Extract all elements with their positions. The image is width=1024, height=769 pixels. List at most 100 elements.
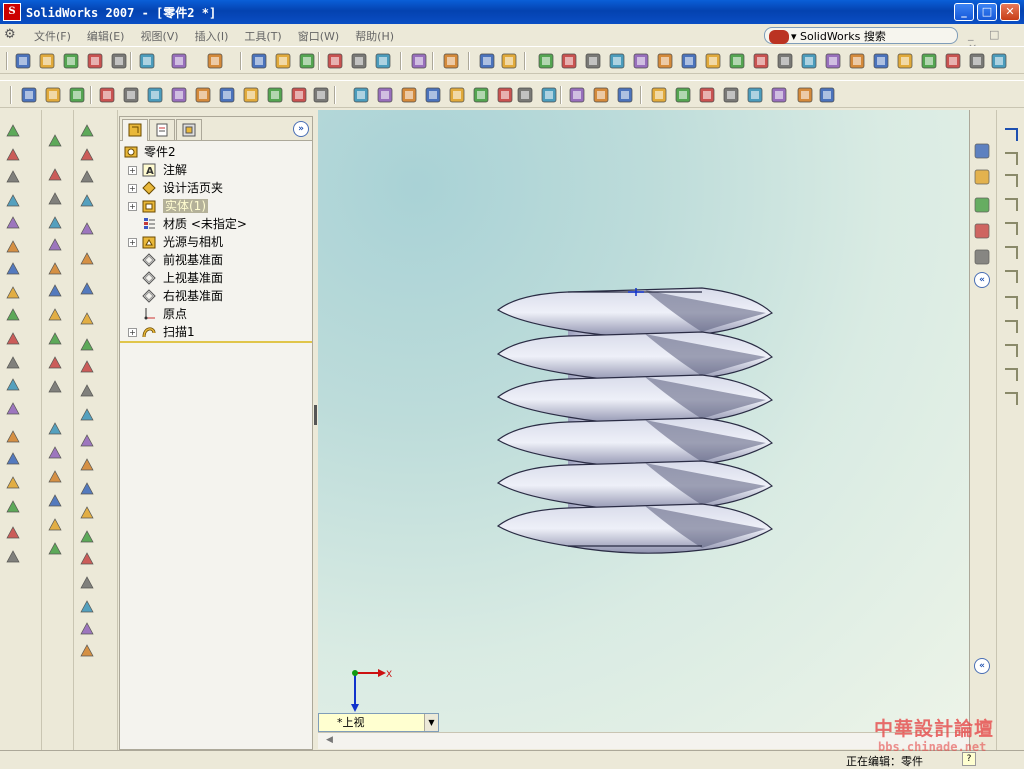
reference-tool-icon[interactable] [46, 444, 64, 462]
sketch-tool-icon[interactable] [568, 86, 586, 104]
expand-icon[interactable]: + [128, 202, 137, 211]
tab-feature-tree[interactable] [122, 119, 148, 141]
sketch-tool-icon[interactable] [496, 86, 514, 104]
standard-tool-icon[interactable] [442, 52, 460, 70]
standard-tool-icon[interactable] [500, 52, 518, 70]
sketch-tool-icon[interactable] [170, 86, 188, 104]
tree-item[interactable]: + 实体(1) [120, 197, 312, 215]
expand-icon[interactable]: + [128, 184, 137, 193]
sketch-command-icon[interactable] [1002, 244, 1020, 262]
reference-tool-icon[interactable] [46, 132, 64, 150]
sketch-command-icon[interactable] [1002, 268, 1020, 286]
tree-item[interactable]: + A 注解 [120, 161, 312, 179]
sketch-command-icon[interactable] [1002, 294, 1020, 312]
standard-tool-icon[interactable] [298, 52, 316, 70]
task-pane-tab-icon[interactable] [973, 222, 991, 240]
sketch-tool-icon[interactable] [540, 86, 558, 104]
feature-tool-icon[interactable] [4, 450, 22, 468]
view-tool-icon[interactable] [78, 456, 96, 474]
view-orientation-dropdown[interactable]: *上视 ▼ [318, 713, 439, 732]
standard-tool-icon[interactable] [824, 52, 842, 70]
view-tool-icon[interactable] [78, 642, 96, 660]
reference-tool-icon[interactable] [46, 540, 64, 558]
reference-tool-icon[interactable] [46, 214, 64, 232]
task-pane-expand-button[interactable]: « [974, 272, 990, 288]
view-tool-icon[interactable] [78, 168, 96, 186]
sketch-command-icon[interactable] [1002, 126, 1020, 144]
sketch-tool-icon[interactable] [122, 86, 140, 104]
sketch-tool-icon[interactable] [400, 86, 418, 104]
standard-tool-icon[interactable] [944, 52, 962, 70]
help-icon[interactable]: ? [962, 752, 976, 766]
reference-tool-icon[interactable] [46, 516, 64, 534]
feature-tool-icon[interactable] [4, 428, 22, 446]
sketch-tool-icon[interactable] [722, 86, 740, 104]
tree-item[interactable]: 右视基准面 [120, 287, 312, 305]
view-tool-icon[interactable] [78, 310, 96, 328]
view-tool-icon[interactable] [78, 146, 96, 164]
view-tool-icon[interactable] [78, 336, 96, 354]
view-tool-icon[interactable] [78, 480, 96, 498]
standard-tool-icon[interactable] [38, 52, 56, 70]
reference-tool-icon[interactable] [46, 166, 64, 184]
reference-tool-icon[interactable] [46, 282, 64, 300]
view-tool-icon[interactable] [78, 574, 96, 592]
standard-tool-icon[interactable] [110, 52, 128, 70]
sketch-tool-icon[interactable] [796, 86, 814, 104]
view-tool-icon[interactable] [78, 406, 96, 424]
tree-item[interactable]: + 光源与相机 [120, 233, 312, 251]
standard-tool-icon[interactable] [478, 52, 496, 70]
close-button[interactable]: ✕ [1000, 3, 1020, 21]
standard-tool-icon[interactable] [560, 52, 578, 70]
standard-tool-icon[interactable] [608, 52, 626, 70]
standard-tool-icon[interactable] [206, 52, 224, 70]
menu-file[interactable]: 文件(F) [26, 28, 79, 44]
menu-view[interactable]: 视图(V) [132, 28, 186, 44]
sketch-tool-icon[interactable] [616, 86, 634, 104]
menu-edit[interactable]: 编辑(E) [79, 28, 133, 44]
sketch-tool-icon[interactable] [266, 86, 284, 104]
feature-tool-icon[interactable] [4, 330, 22, 348]
standard-tool-icon[interactable] [374, 52, 392, 70]
reference-tool-icon[interactable] [46, 330, 64, 348]
task-pane-tab-icon[interactable] [973, 142, 991, 160]
standard-tool-icon[interactable] [752, 52, 770, 70]
tab-property-manager[interactable] [149, 119, 175, 140]
reference-tool-icon[interactable] [46, 354, 64, 372]
expand-icon[interactable]: + [128, 328, 137, 337]
tree-root-part[interactable]: 零件2 [120, 143, 312, 161]
tree-item[interactable]: 前视基准面 [120, 251, 312, 269]
standard-tool-icon[interactable] [800, 52, 818, 70]
feature-tool-icon[interactable] [4, 354, 22, 372]
feature-tool-icon[interactable] [4, 284, 22, 302]
horizontal-scrollbar[interactable]: ◀ [318, 732, 969, 749]
standard-tool-icon[interactable] [728, 52, 746, 70]
sketch-tool-icon[interactable] [312, 86, 330, 104]
standard-tool-icon[interactable] [326, 52, 344, 70]
task-pane-tab-icon[interactable] [973, 168, 991, 186]
sketch-command-icon[interactable] [1002, 196, 1020, 214]
sketch-tool-icon[interactable] [746, 86, 764, 104]
sketch-tool-icon[interactable] [218, 86, 236, 104]
task-pane-expand-button[interactable]: « [974, 658, 990, 674]
tab-configuration-manager[interactable] [176, 119, 202, 140]
sketch-tool-icon[interactable] [516, 86, 534, 104]
sketch-tool-icon[interactable] [770, 86, 788, 104]
view-tool-icon[interactable] [78, 280, 96, 298]
feature-tool-icon[interactable] [4, 260, 22, 278]
expand-icon[interactable]: + [128, 166, 137, 175]
standard-tool-icon[interactable] [14, 52, 32, 70]
standard-tool-icon[interactable] [170, 52, 188, 70]
sketch-command-icon[interactable] [1002, 342, 1020, 360]
view-tool-icon[interactable] [78, 250, 96, 268]
expand-icon[interactable]: + [128, 238, 137, 247]
sketch-tool-icon[interactable] [68, 86, 86, 104]
standard-tool-icon[interactable] [990, 52, 1008, 70]
menu-insert[interactable]: 插入(I) [187, 28, 237, 44]
solidworks-app-icon[interactable]: S [3, 3, 21, 21]
view-tool-icon[interactable] [78, 432, 96, 450]
feature-tool-icon[interactable] [4, 306, 22, 324]
sketch-tool-icon[interactable] [20, 86, 38, 104]
maximize-button[interactable]: □ [977, 3, 997, 21]
sketch-command-icon[interactable] [1002, 366, 1020, 384]
